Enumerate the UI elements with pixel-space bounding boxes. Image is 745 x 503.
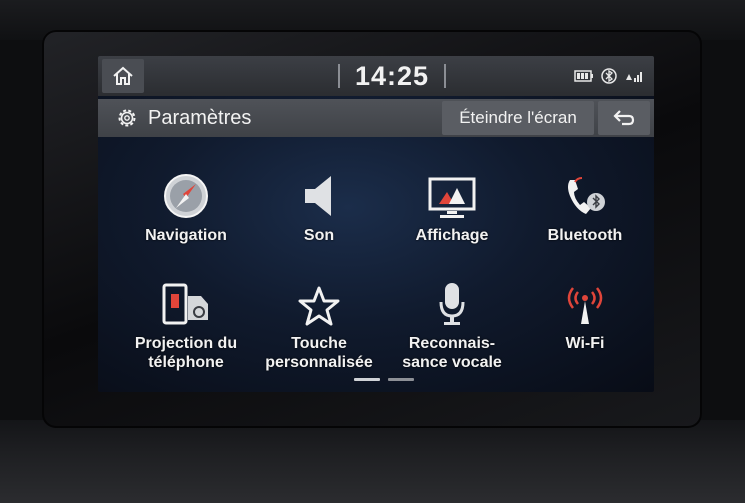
menu-item-label: Bluetooth	[547, 227, 623, 244]
status-bar: 14:25	[98, 56, 654, 96]
label-line: Touche	[291, 335, 347, 352]
back-button[interactable]	[598, 101, 650, 135]
display-icon	[428, 177, 476, 218]
menu-item-display[interactable]: Affichage	[387, 164, 517, 274]
battery-icon	[574, 70, 593, 82]
menu-item-label: Affichage	[415, 227, 489, 244]
page-indicator	[354, 378, 414, 381]
wifi-antenna-icon	[567, 287, 603, 324]
label-line: sance vocale	[402, 354, 502, 371]
label-line: personnalisée	[265, 354, 373, 371]
compass-icon	[164, 174, 208, 218]
gear-icon	[118, 109, 136, 127]
menu-item-label: Wi-Fi	[565, 335, 605, 352]
label-line: téléphone	[148, 354, 224, 371]
label-line: Projection du	[134, 335, 238, 352]
screen-off-button[interactable]: Éteindre l'écran	[442, 101, 594, 135]
menu-item-label: Touche personnalisée	[254, 334, 384, 372]
menu-item-label: Son	[303, 227, 335, 244]
infotainment-screen: 14:25 Paramètres Éteindre l'écran Naviga…	[98, 56, 654, 392]
star-icon	[298, 286, 340, 326]
menu-item-navigation[interactable]: Navigation	[121, 164, 251, 274]
clock-divider	[444, 64, 446, 88]
menu-item-phone-projection[interactable]: Projection du téléphone	[121, 272, 251, 382]
menu-item-label: Reconnais- sance vocale	[387, 334, 517, 372]
clock: 14:25	[354, 61, 430, 91]
status-icons	[574, 68, 646, 84]
home-button[interactable]	[102, 59, 144, 93]
bluetooth-phone-icon	[568, 177, 605, 214]
menu-item-custom-button[interactable]: Touche personnalisée	[254, 272, 384, 382]
menu-item-voice-recognition[interactable]: Reconnais- sance vocale	[387, 272, 517, 382]
label-line: Reconnais-	[408, 335, 496, 352]
title-bar: Paramètres Éteindre l'écran	[98, 99, 654, 137]
menu-item-label: Navigation	[145, 227, 227, 244]
page-title: Paramètres	[148, 107, 252, 129]
dashboard-bottom	[0, 420, 745, 503]
page-dot[interactable]	[388, 378, 414, 381]
signal-icon	[626, 72, 642, 82]
page-dot-active[interactable]	[354, 378, 380, 381]
phone-projection-icon	[162, 283, 208, 325]
menu-item-label: Projection du téléphone	[121, 334, 251, 372]
menu-item-sound[interactable]: Son	[254, 164, 384, 274]
speaker-icon	[305, 176, 331, 216]
menu-item-bluetooth[interactable]: Bluetooth	[520, 164, 650, 274]
microphone-icon	[439, 283, 465, 325]
home-icon	[113, 66, 133, 85]
back-arrow-icon	[613, 110, 635, 126]
bluetooth-audio-icon	[601, 68, 617, 84]
menu-item-wifi[interactable]: Wi-Fi	[520, 272, 650, 382]
